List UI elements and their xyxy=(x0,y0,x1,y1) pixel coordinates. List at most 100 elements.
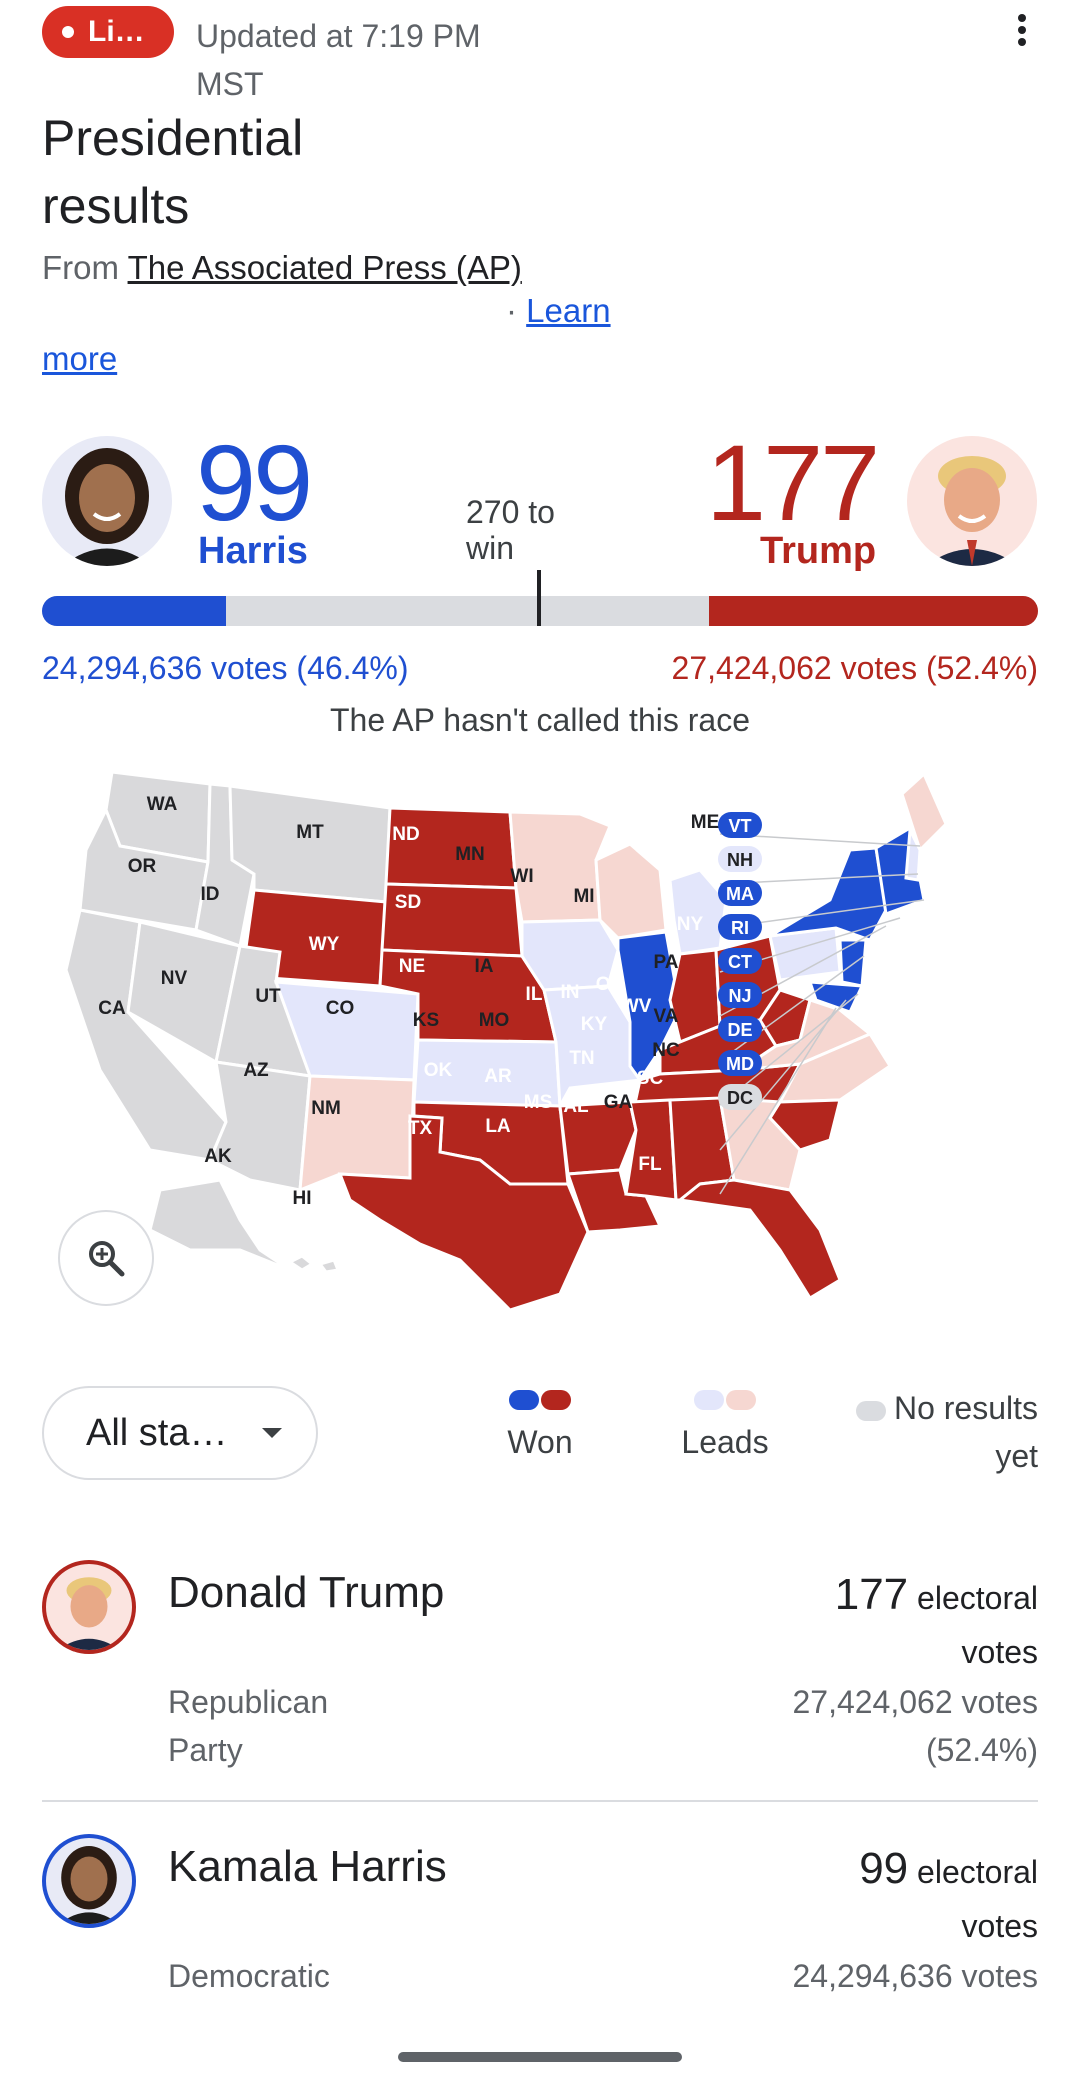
legend-leads: Leads xyxy=(660,1390,790,1461)
svg-text:ND: ND xyxy=(392,824,419,845)
svg-text:KY: KY xyxy=(581,1014,608,1035)
svg-text:IL: IL xyxy=(526,984,543,1005)
legend-won: Won xyxy=(490,1390,590,1461)
learn-more-link-2[interactable]: more xyxy=(42,340,117,377)
candidate-party: Republican Party xyxy=(168,1684,329,1768)
dropdown-caret-icon xyxy=(262,1428,282,1438)
harris-row-avatar xyxy=(42,1834,136,1928)
state-nm xyxy=(298,1074,416,1193)
source-link[interactable]: The Associated Press (AP) xyxy=(128,249,522,286)
state-filter-dropdown[interactable]: All sta… xyxy=(42,1386,318,1480)
svg-text:AZ: AZ xyxy=(243,1060,269,1081)
state-hi xyxy=(287,1254,341,1274)
harris-label: Harris xyxy=(198,530,308,572)
state-ny xyxy=(769,846,888,942)
harris-popular-votes: 24,294,636 votes (46.4%) xyxy=(42,650,409,686)
candidate-name: Kamala Harris xyxy=(168,1842,447,1891)
separator-dot: · xyxy=(506,292,517,329)
trump-popular-votes: 27,424,062 votes (52.4%) xyxy=(671,650,1038,686)
zoom-button[interactable] xyxy=(58,1210,154,1306)
more-options-icon[interactable] xyxy=(1010,10,1034,50)
map-states xyxy=(64,770,948,1310)
candidate-popular-votes: 27,424,062 votes (52.4%) xyxy=(792,1684,1038,1768)
ev-number: 177 xyxy=(834,1570,909,1619)
svg-text:AK: AK xyxy=(204,1146,232,1167)
svg-text:IN: IN xyxy=(561,982,580,1003)
state-nj xyxy=(838,938,868,988)
svg-text:MT: MT xyxy=(296,822,324,843)
svg-text:OR: OR xyxy=(128,856,157,877)
svg-text:UT: UT xyxy=(255,986,281,1007)
svg-text:NY: NY xyxy=(677,914,704,935)
harris-electoral-count: 99 xyxy=(196,422,313,543)
svg-text:TN: TN xyxy=(569,1048,594,1069)
svg-text:GA: GA xyxy=(604,1092,633,1113)
state-wi xyxy=(594,842,668,940)
svg-text:AR: AR xyxy=(484,1066,512,1087)
home-indicator[interactable] xyxy=(398,2052,682,2062)
race-status: The AP hasn't called this race xyxy=(330,702,750,738)
ev-label: electoral votes xyxy=(917,1580,1038,1670)
svg-text:RI: RI xyxy=(731,918,749,938)
source-prefix: From xyxy=(42,249,128,286)
svg-text:MS: MS xyxy=(524,1092,553,1113)
filter-label: All sta… xyxy=(86,1411,228,1454)
learn-more-continued[interactable]: more xyxy=(42,340,117,378)
svg-text:AL: AL xyxy=(563,1096,589,1117)
svg-text:FL: FL xyxy=(638,1154,662,1175)
svg-text:NV: NV xyxy=(161,968,188,989)
trump-electoral-count: 177 xyxy=(706,422,880,543)
svg-text:MO: MO xyxy=(479,1010,510,1031)
row-divider xyxy=(42,1800,1038,1802)
svg-text:DE: DE xyxy=(727,1020,752,1040)
state-ak xyxy=(148,1178,291,1272)
svg-text:PA: PA xyxy=(654,952,679,973)
svg-text:LA: LA xyxy=(485,1116,511,1137)
electoral-map[interactable]: WA OR CA ID NV MT WY UT AZ CO NM ND SD N… xyxy=(40,750,1050,1310)
svg-text:IA: IA xyxy=(475,956,494,977)
svg-text:ME: ME xyxy=(691,812,720,833)
state-fl xyxy=(676,1178,842,1301)
svg-text:WV: WV xyxy=(621,996,652,1017)
legend-leads-label: Leads xyxy=(681,1424,769,1460)
legend-won-label: Won xyxy=(507,1424,573,1460)
svg-text:HI: HI xyxy=(293,1188,312,1209)
svg-text:DC: DC xyxy=(727,1088,753,1108)
legend-no-results-label: No results yet xyxy=(893,1390,1038,1474)
ev-label: electoral votes xyxy=(917,1854,1038,1944)
svg-text:CO: CO xyxy=(326,998,355,1019)
svg-text:NM: NM xyxy=(311,1098,341,1119)
svg-text:WY: WY xyxy=(309,934,340,955)
live-badge[interactable]: Li… xyxy=(42,6,174,58)
svg-text:OH: OH xyxy=(596,974,625,995)
svg-text:SC: SC xyxy=(637,1068,664,1089)
separator: · Learn xyxy=(506,292,611,330)
to-win-label: 270 to win xyxy=(466,494,555,566)
candidate-electoral-votes: 99 electoral votes xyxy=(798,1842,1038,1953)
svg-text:ID: ID xyxy=(201,884,220,905)
page-title: Presidential results xyxy=(42,110,304,234)
harris-avatar xyxy=(42,436,172,566)
trump-bar-fill xyxy=(709,596,1038,626)
harris-bar-fill xyxy=(42,596,227,626)
state-mi xyxy=(668,868,728,956)
state-ms xyxy=(624,1098,678,1202)
svg-text:NH: NH xyxy=(727,850,753,870)
candidate-name: Donald Trump xyxy=(168,1568,445,1617)
state-nd xyxy=(384,806,518,890)
state-az xyxy=(208,1060,312,1192)
svg-text:VA: VA xyxy=(654,1006,679,1027)
svg-text:CT: CT xyxy=(728,952,752,972)
learn-more-link[interactable]: Learn xyxy=(526,292,610,329)
candidate-electoral-votes: 177 electoral votes xyxy=(798,1568,1038,1679)
svg-text:MA: MA xyxy=(726,884,754,904)
state-mt xyxy=(228,784,392,904)
svg-text:OK: OK xyxy=(424,1060,453,1081)
zoom-in-icon xyxy=(89,1241,125,1277)
updated-time: Updated at 7:19 PM MST xyxy=(196,18,481,102)
svg-text:WI: WI xyxy=(510,866,533,887)
svg-text:WA: WA xyxy=(147,794,178,815)
trump-avatar xyxy=(907,436,1037,566)
live-label: Li… xyxy=(88,15,145,48)
candidate-row-trump[interactable]: Donald Trump Republican Party 177 electo… xyxy=(42,1560,1038,1780)
